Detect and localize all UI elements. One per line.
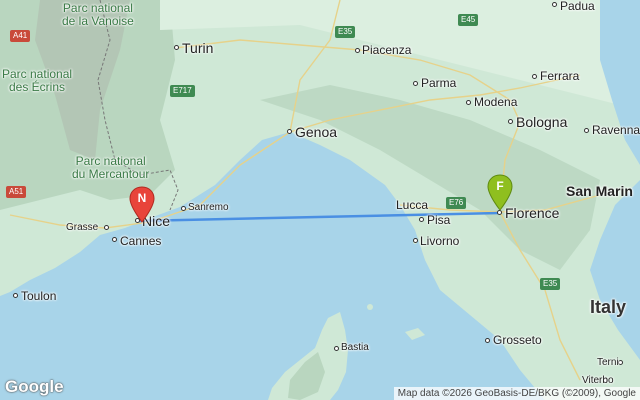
ravenna-label[interactable]: Ravenna <box>592 124 640 136</box>
genoa-label[interactable]: Genoa <box>295 125 337 139</box>
turin-label[interactable]: Turin <box>182 41 213 55</box>
park-vanoise-label: Parc national de la Vanoise <box>62 1 134 28</box>
grasse-dot[interactable] <box>104 225 109 230</box>
map-view[interactable]: A41 A51 E35 E45 E717 E76 E35 Parc nation… <box>0 0 640 400</box>
parma-label[interactable]: Parma <box>421 77 456 89</box>
grosseto-dot[interactable] <box>485 338 490 343</box>
livorno-dot[interactable] <box>413 238 418 243</box>
cannes-label[interactable]: Cannes <box>120 235 161 247</box>
viterbo-label[interactable]: Viterbo <box>582 376 614 386</box>
sanremo-dot[interactable] <box>181 206 186 211</box>
toulon-dot[interactable] <box>13 293 18 298</box>
bastia-label[interactable]: Bastia <box>341 343 369 353</box>
map-terrain <box>0 0 640 400</box>
road-shield-a51: A51 <box>6 186 27 198</box>
lucca-label[interactable]: Lucca <box>396 199 428 211</box>
bastia-dot[interactable] <box>334 346 339 351</box>
park-ecrins-label: Parc national des Écrins <box>2 67 73 94</box>
elba <box>405 328 425 340</box>
bologna-label[interactable]: Bologna <box>516 115 567 129</box>
modena-dot[interactable] <box>466 100 471 105</box>
road-shield-e45: E45 <box>458 14 479 26</box>
road-shield-e76: E76 <box>446 197 467 209</box>
grosseto-label[interactable]: Grosseto <box>493 334 542 346</box>
pisa-dot[interactable] <box>419 217 424 222</box>
grasse-label[interactable]: Grasse <box>66 223 98 233</box>
genoa-dot[interactable] <box>287 129 292 134</box>
padua-dot[interactable] <box>552 2 557 7</box>
parma-dot[interactable] <box>413 81 418 86</box>
map-attribution[interactable]: Map data ©2026 GeoBasis-DE/BKG (©2009), … <box>393 387 640 400</box>
google-logo[interactable]: Google <box>5 377 64 397</box>
piacenza-dot[interactable] <box>355 48 360 53</box>
padua-label[interactable]: Padua <box>560 0 595 12</box>
road-shield-e717: E717 <box>170 85 195 97</box>
marker-f-letter: F <box>496 179 504 193</box>
road-shield-e35-north: E35 <box>335 26 356 38</box>
turin-dot[interactable] <box>174 45 179 50</box>
ravenna-dot[interactable] <box>584 128 589 133</box>
marker-n[interactable]: N <box>128 186 156 224</box>
pisa-label[interactable]: Pisa <box>427 214 450 226</box>
piacenza-label[interactable]: Piacenza <box>362 44 411 56</box>
ferrara-label[interactable]: Ferrara <box>540 70 579 82</box>
sanremo-label[interactable]: Sanremo <box>188 203 229 213</box>
cannes-dot[interactable] <box>112 237 117 242</box>
ferrara-dot[interactable] <box>532 74 537 79</box>
marker-f[interactable]: F <box>486 174 514 212</box>
capraia <box>367 304 373 310</box>
park-mercantour-label: Parc national du Mercantour <box>72 154 150 181</box>
livorno-label[interactable]: Livorno <box>420 235 459 247</box>
bologna-dot[interactable] <box>508 119 513 124</box>
road-shield-a41: A41 <box>10 30 31 42</box>
modena-label[interactable]: Modena <box>474 96 517 108</box>
san-marino-label[interactable]: San Marin <box>566 184 633 198</box>
terni-label[interactable]: Terni <box>597 358 619 368</box>
toulon-label[interactable]: Toulon <box>21 290 56 302</box>
italy-label[interactable]: Italy <box>590 298 626 316</box>
marker-n-letter: N <box>137 191 147 205</box>
road-shield-e35-south: E35 <box>540 278 561 290</box>
